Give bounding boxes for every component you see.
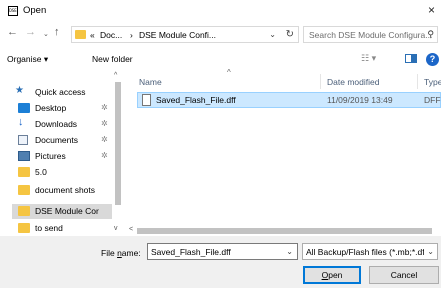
- recent-locations-chevron-icon[interactable]: ⌄: [43, 30, 49, 38]
- documents-icon: [18, 135, 28, 145]
- column-divider[interactable]: [320, 74, 321, 89]
- sidebar-item-5-0[interactable]: 5.0: [12, 165, 112, 180]
- forward-arrow-icon[interactable]: →: [25, 26, 36, 38]
- star-icon: ★: [15, 85, 24, 96]
- file-list: ^ Name Date modified Type Saved_Flash_Fi…: [127, 68, 441, 226]
- command-bar: Organise ▾ New folder ☷ ▾ ?: [0, 48, 441, 70]
- column-header-name[interactable]: Name: [139, 77, 162, 87]
- close-icon[interactable]: ×: [428, 3, 435, 17]
- file-type: DFF File: [424, 95, 441, 105]
- sidebar-item-downloads[interactable]: ↓ Downloads ✲: [12, 116, 112, 132]
- address-bar[interactable]: « Doc... › DSE Module Confi... ⌄ ↻: [71, 26, 299, 43]
- scrollbar-thumb[interactable]: [137, 228, 432, 234]
- breadcrumb-overflow[interactable]: «: [90, 30, 95, 40]
- chevron-down-icon[interactable]: ⌄: [269, 30, 276, 39]
- search-icon: ⚲: [427, 29, 434, 39]
- chevron-down-icon[interactable]: ⌄: [427, 247, 434, 256]
- desktop-icon: [18, 103, 30, 113]
- pictures-icon: [18, 151, 30, 161]
- breadcrumb-dse-module[interactable]: DSE Module Confi...: [139, 30, 216, 40]
- scrollbar-thumb[interactable]: [115, 82, 121, 205]
- file-date-modified: 11/09/2019 13:49: [327, 95, 393, 105]
- sidebar-item-label: 5.0: [35, 167, 47, 177]
- folder-icon: [18, 167, 30, 177]
- back-arrow-icon[interactable]: ←: [7, 26, 18, 38]
- file-type-filter-select[interactable]: All Backup/Flash files (*.mb;*.dff) ⌄: [302, 243, 438, 260]
- sidebar-item-quick-access[interactable]: ★ Quick access: [12, 85, 112, 100]
- organise-button[interactable]: Organise ▾: [7, 54, 48, 65]
- file-name: Saved_Flash_File.dff: [156, 95, 236, 105]
- sidebar-item-label: Desktop: [35, 103, 67, 113]
- search-placeholder: Search DSE Module Configura...: [309, 30, 433, 40]
- refresh-icon[interactable]: ↻: [286, 29, 294, 40]
- scroll-down-icon[interactable]: v: [114, 225, 118, 232]
- file-row[interactable]: Saved_Flash_File.dff 11/09/2019 13:49 DF…: [137, 92, 441, 108]
- file-type-filter-value: All Backup/Flash files (*.mb;*.dff): [306, 247, 424, 257]
- sidebar-item-label: to send: [35, 223, 63, 233]
- sidebar-item-label: Pictures: [35, 151, 66, 161]
- view-options-icon[interactable]: ☷ ▾: [361, 53, 376, 64]
- sidebar-item-pictures[interactable]: Pictures ✲: [12, 149, 112, 164]
- pin-icon[interactable]: ✲: [101, 103, 108, 112]
- column-divider[interactable]: [417, 74, 418, 89]
- folder-icon: [18, 185, 30, 195]
- sidebar-item-label: Documents: [35, 135, 78, 145]
- sort-indicator-icon: ^: [227, 68, 231, 77]
- pin-icon[interactable]: ✲: [101, 119, 108, 128]
- preview-pane-icon[interactable]: [405, 54, 417, 63]
- pin-icon[interactable]: ✲: [101, 151, 108, 160]
- breadcrumb-separator-icon[interactable]: ›: [130, 30, 133, 40]
- folder-icon: [18, 223, 30, 233]
- folder-icon: [18, 206, 30, 216]
- column-header-type[interactable]: Type: [424, 77, 441, 87]
- sidebar-item-label: DSE Module Cor: [35, 206, 99, 216]
- cancel-button[interactable]: Cancel: [369, 266, 439, 284]
- downloads-icon: ↓: [18, 116, 24, 128]
- file-name-label-part: ame:: [121, 248, 141, 258]
- file-name-label-part: File: [101, 248, 118, 258]
- open-button[interactable]: Open: [303, 266, 361, 284]
- navigation-pane: ★ Quick access Desktop ✲ ↓ Downloads ✲ D…: [0, 70, 127, 236]
- file-name-field[interactable]: Saved_Flash_File.dff ⌄: [147, 243, 298, 260]
- sidebar-item-document-shots[interactable]: document shots: [12, 183, 112, 198]
- breadcrumb-documents[interactable]: Doc...: [100, 30, 122, 40]
- window-title: Open: [23, 5, 47, 16]
- sidebar-item-to-send[interactable]: to send: [12, 221, 112, 236]
- scroll-up-icon[interactable]: ^: [114, 72, 117, 79]
- sidebar-item-label: Quick access: [35, 87, 86, 97]
- up-arrow-icon[interactable]: ↑: [54, 26, 60, 38]
- chevron-down-icon[interactable]: ⌄: [286, 247, 293, 256]
- sidebar-item-documents[interactable]: Documents ✲: [12, 133, 112, 148]
- file-name-label: File name:: [101, 248, 141, 258]
- open-button-label: pen: [328, 270, 343, 280]
- sidebar-item-desktop[interactable]: Desktop ✲: [12, 101, 112, 116]
- help-icon[interactable]: ?: [426, 53, 439, 66]
- scroll-left-icon[interactable]: <: [129, 226, 133, 233]
- title-bar: DSE Open ×: [0, 0, 441, 22]
- app-icon: DSE: [8, 6, 18, 16]
- pin-icon[interactable]: ✲: [101, 135, 108, 144]
- folder-icon: [75, 30, 86, 39]
- sidebar-item-label: document shots: [35, 185, 96, 195]
- file-icon: [142, 94, 151, 106]
- navigation-scrollbar[interactable]: ^ v: [113, 70, 123, 236]
- new-folder-button[interactable]: New folder: [92, 54, 133, 64]
- horizontal-scrollbar[interactable]: <: [127, 226, 441, 236]
- search-input[interactable]: Search DSE Module Configura... ⚲: [303, 26, 438, 43]
- column-header-date-modified[interactable]: Date modified: [327, 77, 379, 87]
- sidebar-item-dse-module[interactable]: DSE Module Cor: [12, 204, 112, 219]
- sidebar-item-label: Downloads: [35, 119, 78, 129]
- file-name-value[interactable]: Saved_Flash_File.dff: [151, 247, 231, 257]
- dialog-footer: File name: Saved_Flash_File.dff ⌄ All Ba…: [0, 236, 441, 288]
- navigation-bar: ← → ⌄ ↑ « Doc... › DSE Module Confi... ⌄…: [0, 24, 441, 44]
